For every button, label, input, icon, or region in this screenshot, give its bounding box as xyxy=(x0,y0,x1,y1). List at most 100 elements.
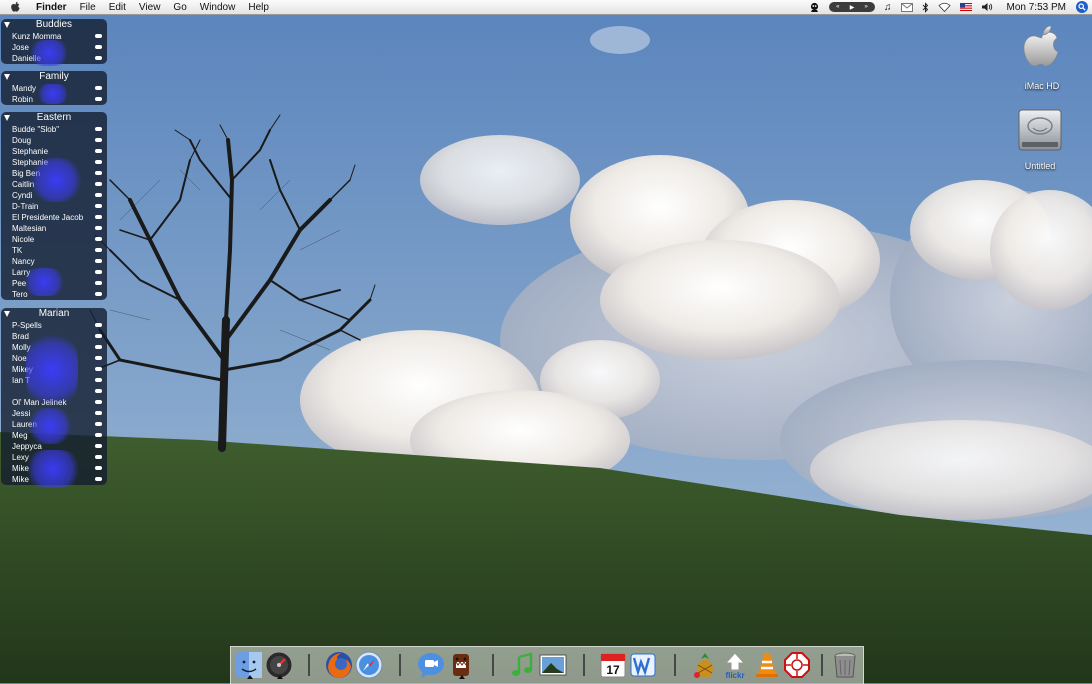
menu-help[interactable]: Help xyxy=(248,2,269,13)
dock-ichat[interactable] xyxy=(417,651,445,679)
buddy-name: Mike xyxy=(12,464,29,473)
bluetooth-icon[interactable] xyxy=(922,1,929,13)
wifi-icon[interactable] xyxy=(937,2,951,12)
buddy-row[interactable]: El Presidente Jacob xyxy=(1,212,107,223)
desktop[interactable]: iMac HD Untitled xyxy=(0,0,1092,683)
buddy-row[interactable]: Big Ben xyxy=(1,168,107,179)
buddy-status-icon xyxy=(95,34,102,38)
next-track-icon[interactable]: » xyxy=(865,4,868,10)
volume-icon[interactable] xyxy=(981,2,993,12)
buddy-row[interactable]: Budde "Slob" xyxy=(1,124,107,135)
buddy-name: Mike xyxy=(12,475,29,484)
disclosure-triangle-icon[interactable] xyxy=(4,22,10,28)
dock-vlc[interactable] xyxy=(753,651,781,679)
buddy-name: Noe xyxy=(12,354,27,363)
buddy-row[interactable]: Jose xyxy=(1,42,107,53)
dock-word[interactable] xyxy=(629,651,657,679)
menu-file[interactable]: File xyxy=(80,2,96,13)
buddy-row[interactable]: Ol' Man Jelinek xyxy=(1,397,107,408)
dock-flickr-uploader[interactable]: flickr xyxy=(721,651,749,680)
buddy-row[interactable]: Mike xyxy=(1,463,107,474)
buddy-row[interactable]: Lexy xyxy=(1,452,107,463)
buddy-row[interactable]: Cyndi xyxy=(1,190,107,201)
adium-status-icon[interactable] xyxy=(809,2,820,13)
buddy-group-marian: Marian P-Spells Brad Molly Noe Mikey Ian… xyxy=(1,308,107,485)
menu-window[interactable]: Window xyxy=(200,2,236,13)
buddy-row[interactable]: Brad xyxy=(1,331,107,342)
menubar-clock[interactable]: Mon 7:53 PM xyxy=(1007,2,1066,13)
group-header[interactable]: Eastern xyxy=(1,112,107,124)
buddy-row[interactable]: Jeppyca xyxy=(1,441,107,452)
buddy-row[interactable]: Noe xyxy=(1,353,107,364)
buddy-row[interactable]: Larry xyxy=(1,267,107,278)
buddy-name: Mandy xyxy=(12,84,37,93)
buddy-row[interactable]: D-Train xyxy=(1,201,107,212)
buddy-row[interactable]: Jessi xyxy=(1,408,107,419)
dock-ical[interactable]: 17 xyxy=(599,651,627,679)
music-note-icon[interactable]: ♫ xyxy=(884,2,892,13)
dock-separator xyxy=(492,654,494,676)
buddy-name: Stephanie xyxy=(12,158,49,167)
buddy-name: Danielle xyxy=(12,54,41,63)
group-header[interactable]: Family xyxy=(1,71,107,83)
buddy-row[interactable]: Caitlin xyxy=(1,179,107,190)
buddy-name: Brad xyxy=(12,332,29,341)
group-header[interactable]: Buddies xyxy=(1,19,107,31)
buddy-row[interactable]: Stephanie xyxy=(1,157,107,168)
dock-iphoto[interactable] xyxy=(539,651,567,679)
buddy-name: Jeppyca xyxy=(12,442,42,451)
apple-menu-icon[interactable] xyxy=(10,1,24,13)
menu-go[interactable]: Go xyxy=(173,2,186,13)
buddy-row[interactable]: Molly xyxy=(1,342,107,353)
spotlight-icon[interactable] xyxy=(1076,1,1088,13)
dock-separator xyxy=(308,654,310,676)
previous-track-icon[interactable]: « xyxy=(836,4,839,10)
buddy-row[interactable]: Lauren xyxy=(1,419,107,430)
buddy-row[interactable]: Robin xyxy=(1,94,107,105)
itunes-controller[interactable]: « ▶ » xyxy=(829,2,876,12)
buddy-row[interactable]: Tero xyxy=(1,289,107,300)
buddy-row[interactable]: Ian T xyxy=(1,375,107,386)
ical-date: 17 xyxy=(606,663,620,677)
wallpaper xyxy=(0,0,1092,683)
dock-firefox[interactable] xyxy=(325,651,353,679)
disclosure-triangle-icon[interactable] xyxy=(4,311,10,317)
buddy-row[interactable] xyxy=(1,386,107,397)
buddy-row[interactable]: Mikey xyxy=(1,364,107,375)
buddy-row[interactable]: Nancy xyxy=(1,256,107,267)
buddy-row[interactable]: Mike xyxy=(1,474,107,485)
group-header[interactable]: Marian xyxy=(1,308,107,320)
buddy-row[interactable]: Stephanie xyxy=(1,146,107,157)
buddy-row[interactable]: P-Spells xyxy=(1,320,107,331)
buddy-row[interactable]: Nicole xyxy=(1,234,107,245)
dock-itunes[interactable] xyxy=(509,651,537,679)
flickr-uploader-icon: flickr xyxy=(724,652,746,680)
us-flag-icon[interactable] xyxy=(959,3,972,11)
dock-dashboard[interactable] xyxy=(265,651,293,679)
menu-edit[interactable]: Edit xyxy=(109,2,126,13)
dock-safari[interactable] xyxy=(355,651,383,679)
buddy-row[interactable]: TK xyxy=(1,245,107,256)
buddy-status-icon xyxy=(95,334,102,338)
desktop-icon-untitled[interactable]: Untitled xyxy=(1010,106,1070,171)
dock-trash[interactable] xyxy=(831,651,859,679)
desktop-icon-imac-hd[interactable]: iMac HD xyxy=(1012,22,1072,91)
buddy-row[interactable]: Mandy xyxy=(1,83,107,94)
dock-finder[interactable] xyxy=(235,651,263,679)
buddy-row[interactable]: Meg xyxy=(1,430,107,441)
buddy-row[interactable]: Pee xyxy=(1,278,107,289)
dock-pineapple-app[interactable] xyxy=(691,651,719,679)
buddy-name: P-Spells xyxy=(12,321,42,330)
mail-icon[interactable] xyxy=(900,2,913,12)
disclosure-triangle-icon[interactable] xyxy=(4,115,10,121)
dock-dharma[interactable] xyxy=(783,651,811,679)
disclosure-triangle-icon[interactable] xyxy=(4,74,10,80)
play-icon[interactable]: ▶ xyxy=(850,4,855,11)
buddy-row[interactable]: Danielle xyxy=(1,53,107,64)
buddy-row[interactable]: Doug xyxy=(1,135,107,146)
menu-view[interactable]: View xyxy=(139,2,161,13)
buddy-row[interactable]: Maltesian xyxy=(1,223,107,234)
buddy-row[interactable]: Kunz Momma xyxy=(1,31,107,42)
dock-domo[interactable] xyxy=(447,651,475,679)
menu-app-finder[interactable]: Finder xyxy=(36,2,67,13)
